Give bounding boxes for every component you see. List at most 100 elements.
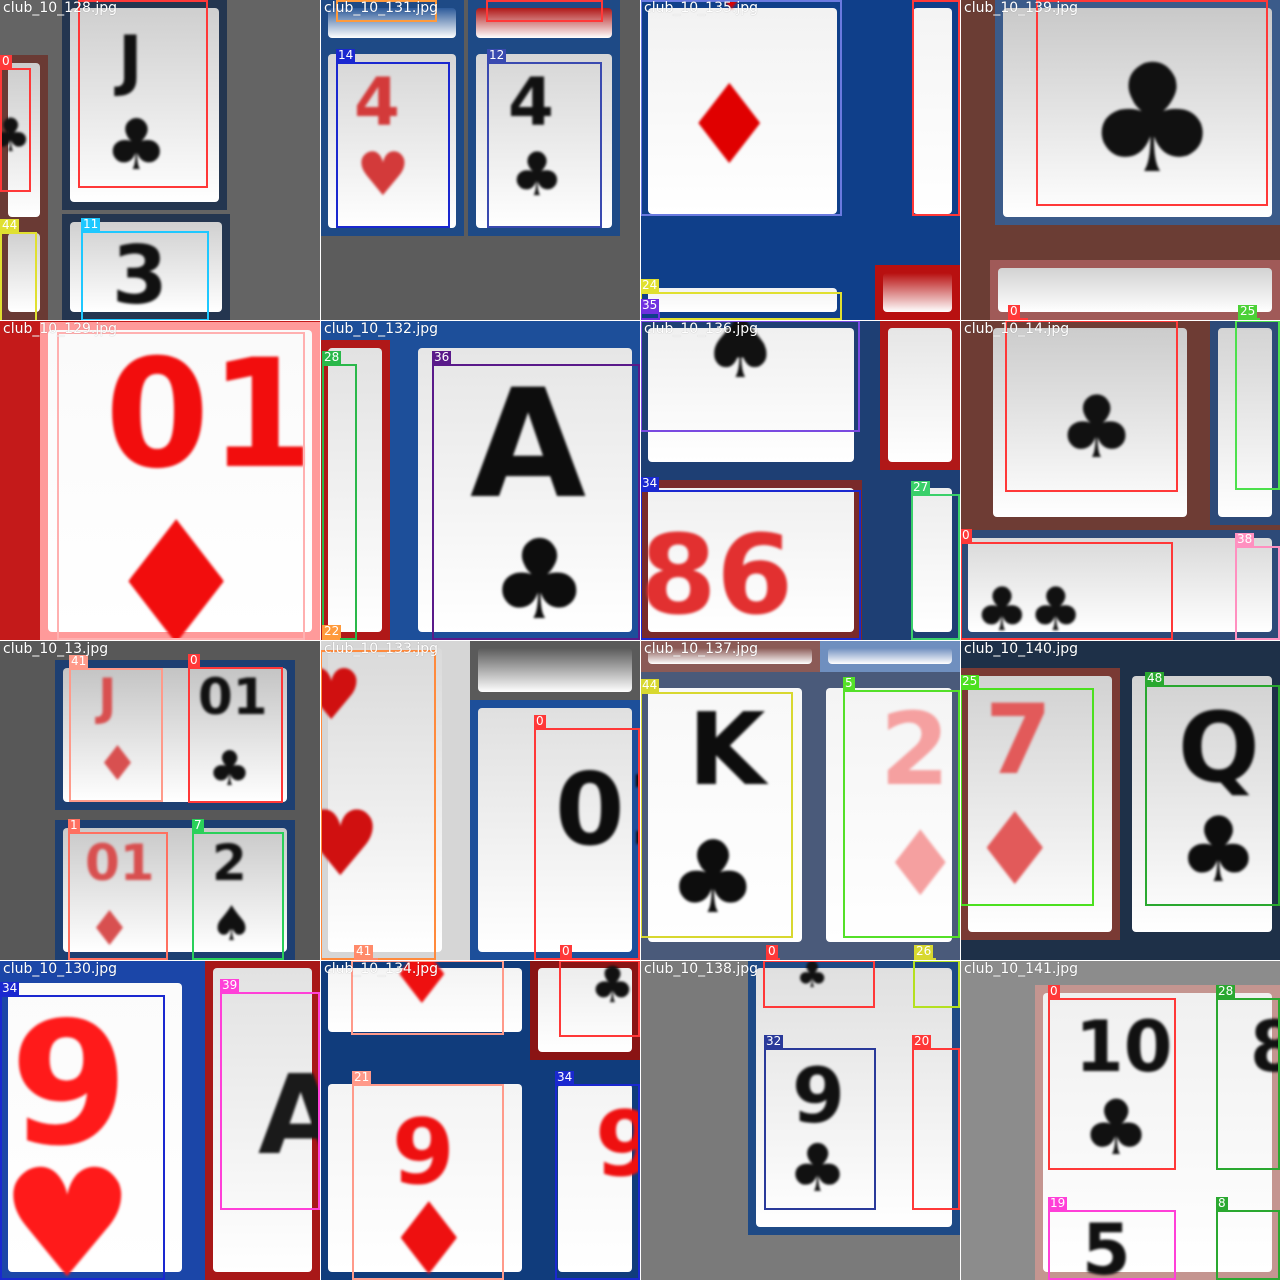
- class-id-label: 19: [1048, 1196, 1068, 1210]
- filename-label: club_10_13.jpg: [3, 641, 109, 657]
- class-id-label: 28: [322, 350, 342, 364]
- detection-box: [188, 667, 283, 803]
- filename-label: club_10_14.jpg: [964, 321, 1070, 337]
- class-id-label: 1: [68, 818, 80, 832]
- class-id-label: 7: [192, 818, 204, 832]
- detection-box: [641, 490, 861, 640]
- detection-box: [559, 961, 640, 1037]
- detection-box: [1216, 998, 1280, 1170]
- card-shape: [820, 641, 960, 672]
- image-tile: ♥♥010410club_10_133.jpg: [321, 641, 640, 960]
- card-shape: [880, 321, 960, 470]
- card-shape: [990, 260, 1280, 320]
- class-id-label: 26: [914, 944, 934, 958]
- class-id-label: 20: [912, 1034, 932, 1048]
- detection-box: [641, 312, 660, 320]
- class-id-label: 32: [764, 1034, 784, 1048]
- card-shape: [470, 641, 640, 700]
- detection-box: [1238, 318, 1260, 320]
- detection-box: [57, 332, 305, 640]
- filename-label: club_10_132.jpg: [324, 321, 438, 337]
- detection-box: [961, 688, 1094, 906]
- detection-box: [560, 958, 578, 960]
- class-id-label: 34: [641, 476, 660, 490]
- detection-box: [1235, 321, 1280, 490]
- image-tile: ♣ 0 25 club_10_139.jpg: [961, 0, 1280, 320]
- detection-box: [68, 832, 168, 960]
- class-id-label: 48: [1145, 671, 1165, 685]
- image-tile: A ♣ 28 36 22 club_10_132.jpg: [321, 321, 640, 640]
- detection-box: [763, 961, 875, 1008]
- detection-box: [843, 690, 960, 938]
- image-tile: J ♦ 01 ♣ 01 ♦ 2 ♠ 41 0 1 7 club_10_13.jpg: [0, 641, 320, 960]
- detection-box: [487, 62, 602, 228]
- filename-label: club_10_131.jpg: [324, 0, 438, 16]
- detection-box: [641, 292, 842, 320]
- detection-box: [432, 364, 640, 640]
- detection-box: [641, 692, 793, 938]
- class-id-label: 41: [354, 944, 374, 958]
- image-tile: K ♣ 2 ♦ 44 5 0 26 club_10_137.jpg: [641, 641, 960, 960]
- class-id-label: 44: [641, 678, 660, 692]
- detection-box: [641, 0, 842, 216]
- class-id-label: 34: [555, 1070, 575, 1084]
- class-id-label: 14: [336, 48, 356, 62]
- detection-box: [81, 231, 209, 320]
- detection-box: [354, 958, 378, 960]
- filename-label: club_10_134.jpg: [324, 961, 438, 977]
- detection-box: [1216, 1210, 1280, 1280]
- detection-box: [914, 958, 936, 960]
- class-id-label: 38: [1235, 532, 1255, 546]
- class-id-label: 0: [0, 54, 12, 68]
- class-id-label: 21: [352, 1070, 372, 1084]
- detection-box: [961, 542, 1173, 640]
- class-id-label: 34: [0, 981, 20, 995]
- detection-box: [0, 68, 31, 192]
- image-tile: 10 ♣ 5 8 0 28 19 8 club_10_141.jpg: [961, 961, 1280, 1280]
- detection-box: [352, 1084, 504, 1280]
- filename-label: club_10_138.jpg: [644, 961, 758, 977]
- detection-box: [1008, 318, 1028, 320]
- detection-box: [322, 638, 340, 640]
- detection-box: [486, 0, 603, 22]
- filename-label: club_10_140.jpg: [964, 641, 1078, 657]
- detection-box: [555, 1084, 640, 1280]
- class-id-label: 0: [560, 944, 572, 958]
- filename-label: club_10_136.jpg: [644, 321, 758, 337]
- image-tile: ♣ ♣♣ 0 38 club_10_14.jpg: [961, 321, 1280, 640]
- detection-box: [0, 995, 165, 1280]
- detection-box: [1005, 321, 1178, 492]
- detection-box: [192, 832, 284, 960]
- detection-box: [1048, 998, 1176, 1170]
- detection-box: [336, 62, 450, 228]
- filename-label: club_10_135.jpg: [644, 0, 758, 16]
- filename-label: club_10_141.jpg: [964, 961, 1078, 977]
- class-id-label: 25: [961, 674, 980, 688]
- class-id-label: 22: [322, 624, 342, 638]
- filename-label: club_10_129.jpg: [3, 321, 117, 337]
- class-id-label: 0: [188, 653, 200, 667]
- class-id-label: 27: [911, 480, 931, 494]
- detection-box: [1235, 546, 1280, 640]
- detection-box: [912, 0, 960, 216]
- class-id-label: 0: [961, 528, 972, 542]
- detection-box: [641, 321, 860, 432]
- class-id-label: 44: [0, 218, 20, 232]
- class-id-label: 12: [487, 48, 507, 62]
- image-tile: ♠ 86 34 27 club_10_136.jpg: [641, 321, 960, 640]
- class-id-label: 25: [1238, 304, 1258, 318]
- filename-label: club_10_133.jpg: [324, 641, 438, 657]
- detection-box: [764, 1048, 876, 1210]
- detection-box: [1145, 685, 1280, 906]
- detection-box: [766, 958, 780, 960]
- filename-label: club_10_128.jpg: [3, 0, 117, 16]
- image-tile: ♦ ♣ 9 ♦ 9 21 34 club_10_134.jpg: [321, 961, 640, 1280]
- detection-box: [913, 961, 960, 1008]
- filename-label: club_10_130.jpg: [3, 961, 117, 977]
- filename-label: club_10_137.jpg: [644, 641, 758, 657]
- image-tile: J ♣ 3 ♣ 0 44 11 club_10_128.jpg: [0, 0, 320, 320]
- filename-label: club_10_139.jpg: [964, 0, 1078, 16]
- class-id-label: 5: [843, 676, 855, 690]
- class-id-label: 0: [766, 944, 778, 958]
- class-id-label: 0: [1008, 304, 1020, 318]
